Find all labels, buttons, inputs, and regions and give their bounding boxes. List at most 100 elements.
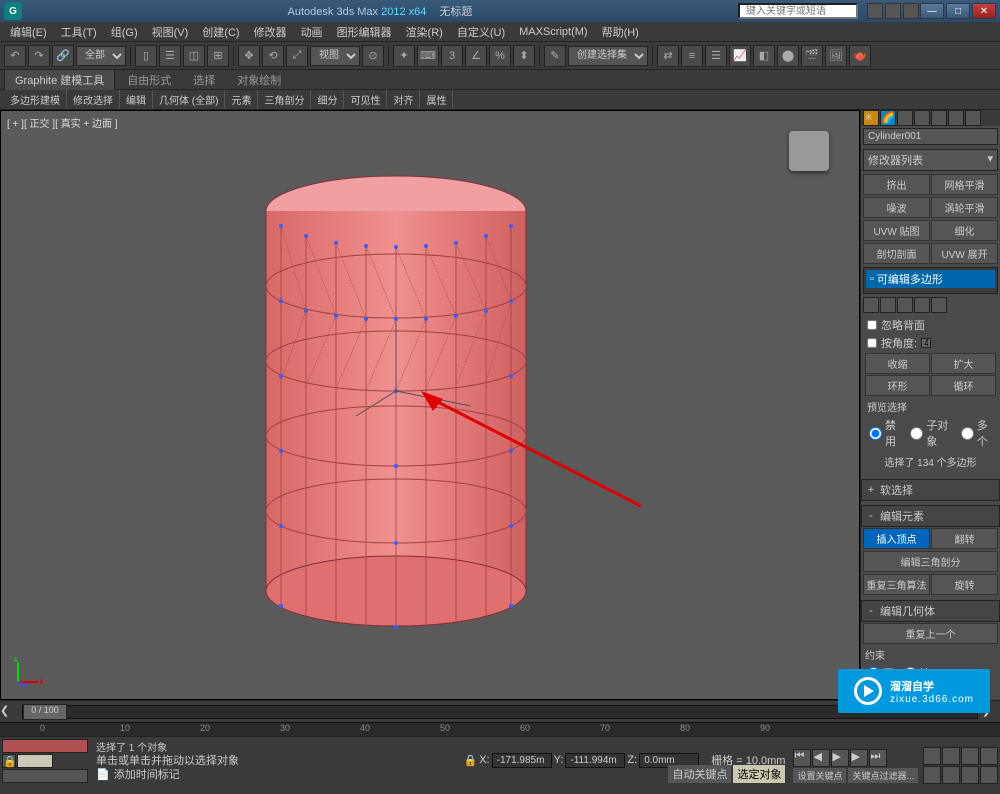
viewcube-icon[interactable] [789, 131, 829, 171]
tab-motion-icon[interactable] [914, 110, 930, 126]
menu-anim[interactable]: 动画 [295, 22, 329, 42]
make-unique-icon[interactable] [897, 297, 913, 313]
render-button[interactable]: 🫖 [849, 45, 871, 67]
menu-render[interactable]: 渲染(R) [400, 22, 449, 42]
ref-coord[interactable]: 视图 [310, 46, 360, 66]
btn-noise[interactable]: 噪波 [863, 197, 930, 218]
snap-button[interactable]: 3 [441, 45, 463, 67]
modifier-list-dropdown[interactable]: 修改器列表▾ [863, 149, 998, 171]
close-button[interactable]: ✕ [972, 3, 996, 19]
configure-icon[interactable] [931, 297, 947, 313]
angle-snap-button[interactable]: ∠ [465, 45, 487, 67]
minimize-button[interactable]: — [920, 3, 944, 19]
cylinder-object[interactable] [261, 171, 531, 631]
ribbon-freeform[interactable]: 自由形式 [117, 70, 181, 90]
remove-mod-icon[interactable] [914, 297, 930, 313]
btn-grow[interactable]: 扩大 [931, 353, 996, 374]
nav-maximize-icon[interactable] [961, 766, 979, 784]
btn-edit-tri[interactable]: 编辑三角剖分 [863, 551, 998, 572]
btn-extrude[interactable]: 挤出 [863, 174, 930, 195]
percent-snap-button[interactable]: % [489, 45, 511, 67]
btn-repeat-last[interactable]: 重复上一个 [863, 623, 998, 644]
btn-turbosmooth[interactable]: 涡轮平滑 [931, 197, 998, 218]
autokey-button[interactable]: 自动关键点 [668, 765, 731, 783]
align-button[interactable]: ≡ [681, 45, 703, 67]
rollout-editgeom[interactable]: -编辑几何体 [861, 600, 1000, 622]
modifier-stack[interactable]: ▫可编辑多边形 [863, 267, 998, 294]
btn-meshsmooth[interactable]: 网格平滑 [931, 174, 998, 195]
maximize-button[interactable]: □ [946, 3, 970, 19]
btn-uvwmap[interactable]: UVW 贴图 [863, 220, 930, 241]
rp-tri[interactable]: 三角剖分 [258, 90, 311, 109]
selkey-field[interactable]: 选定对象 [733, 765, 785, 783]
time-thumb[interactable]: 0 / 100 [23, 704, 67, 720]
star-icon[interactable] [885, 3, 901, 19]
menu-custom[interactable]: 自定义(U) [451, 22, 511, 42]
nav-region-icon[interactable] [980, 766, 998, 784]
radio-multi[interactable]: 多个 [959, 416, 994, 450]
schematic-button[interactable]: ◧ [753, 45, 775, 67]
row-field[interactable]: 所在行: [17, 754, 53, 768]
y-field[interactable]: -111.994m [565, 753, 625, 768]
color-swatch[interactable] [2, 739, 88, 753]
menu-modifiers[interactable]: 修改器 [248, 22, 293, 42]
keyboard-shortcut-button[interactable]: ⌨ [417, 45, 439, 67]
timeline-lock-icon[interactable]: ❮ [0, 704, 18, 720]
rp-vis[interactable]: 可见性 [344, 90, 387, 109]
named-sel-set[interactable]: 创建选择集 [568, 46, 648, 66]
spinner-snap-button[interactable]: ⬍ [513, 45, 535, 67]
render-setup-button[interactable]: 🎬 [801, 45, 823, 67]
select-manipulate-button[interactable]: ✦ [393, 45, 415, 67]
btn-tessellate[interactable]: 细化 [931, 220, 998, 241]
move-button[interactable]: ✥ [238, 45, 260, 67]
info-icon[interactable] [867, 3, 883, 19]
show-end-icon[interactable] [880, 297, 896, 313]
nav-orbit-icon[interactable] [942, 766, 960, 784]
lock-icon[interactable]: 🔒 [2, 754, 16, 768]
material-editor-button[interactable]: ⬤ [777, 45, 799, 67]
mirror-button[interactable]: ⇄ [657, 45, 679, 67]
rp-polymodel[interactable]: 多边形建模 [4, 90, 67, 109]
menu-view[interactable]: 视图(V) [146, 22, 195, 42]
radio-off[interactable]: 禁用 [867, 416, 902, 450]
rp-props[interactable]: 属性 [420, 90, 453, 109]
mod-editable-poly[interactable]: ▫可编辑多边形 [866, 270, 995, 288]
ribbon-objpaint[interactable]: 对象绘制 [227, 70, 291, 90]
edit-named-sel-button[interactable]: ✎ [544, 45, 566, 67]
select-region-button[interactable]: ◫ [183, 45, 205, 67]
radio-sub[interactable]: 子对象 [908, 416, 952, 450]
goto-start-icon[interactable]: ⏮ [793, 749, 811, 767]
btn-shrink[interactable]: 收缩 [865, 353, 930, 374]
btn-rotate-tri[interactable]: 旋转 [931, 574, 998, 595]
app-logo-icon[interactable]: G [4, 2, 22, 20]
nav-pan-icon[interactable] [923, 747, 941, 765]
object-name-field[interactable]: Cylinder001 [863, 128, 998, 145]
nav-zoomall-icon[interactable] [923, 766, 941, 784]
viewport[interactable]: [ + ][ 正交 ][ 真实 + 边面 ] [0, 110, 860, 700]
add-time-tag[interactable]: 添加时间标记 [114, 766, 180, 782]
rp-geom[interactable]: 几何体 (全部) [153, 90, 225, 109]
use-center-button[interactable]: ⊙ [362, 45, 384, 67]
help-search-input[interactable] [738, 3, 858, 19]
script-field[interactable] [2, 769, 88, 783]
menu-grapheditor[interactable]: 图形编辑器 [331, 22, 398, 42]
mini-listener-icon[interactable]: 📄 [96, 768, 110, 781]
btn-retri[interactable]: 重复三角算法 [863, 574, 930, 595]
undo-button[interactable]: ↶ [4, 45, 26, 67]
btn-ring[interactable]: 环形 [865, 375, 930, 396]
tab-create-icon[interactable]: ✳ [863, 110, 879, 126]
redo-button[interactable]: ↷ [28, 45, 50, 67]
btn-slice[interactable]: 剖切剖面 [863, 243, 930, 264]
track-bar[interactable]: 010 2030 4050 6070 8090 [0, 722, 1000, 736]
nav-zoomext-icon[interactable] [961, 747, 979, 765]
tab-utilities-icon[interactable] [948, 110, 964, 126]
pin-stack-icon[interactable] [863, 297, 879, 313]
render-frame-button[interactable]: 🖼 [825, 45, 847, 67]
ribbon-graphite[interactable]: Graphite 建模工具 [4, 69, 115, 90]
menu-tools[interactable]: 工具(T) [55, 22, 103, 42]
prev-frame-icon[interactable]: ◀ [812, 749, 830, 767]
link-button[interactable]: 🔗 [52, 45, 74, 67]
lock-axis-icon[interactable]: 🔒 [464, 754, 478, 767]
btn-flip[interactable]: 翻转 [931, 528, 998, 549]
rollout-softsel[interactable]: +软选择 [861, 479, 1000, 501]
